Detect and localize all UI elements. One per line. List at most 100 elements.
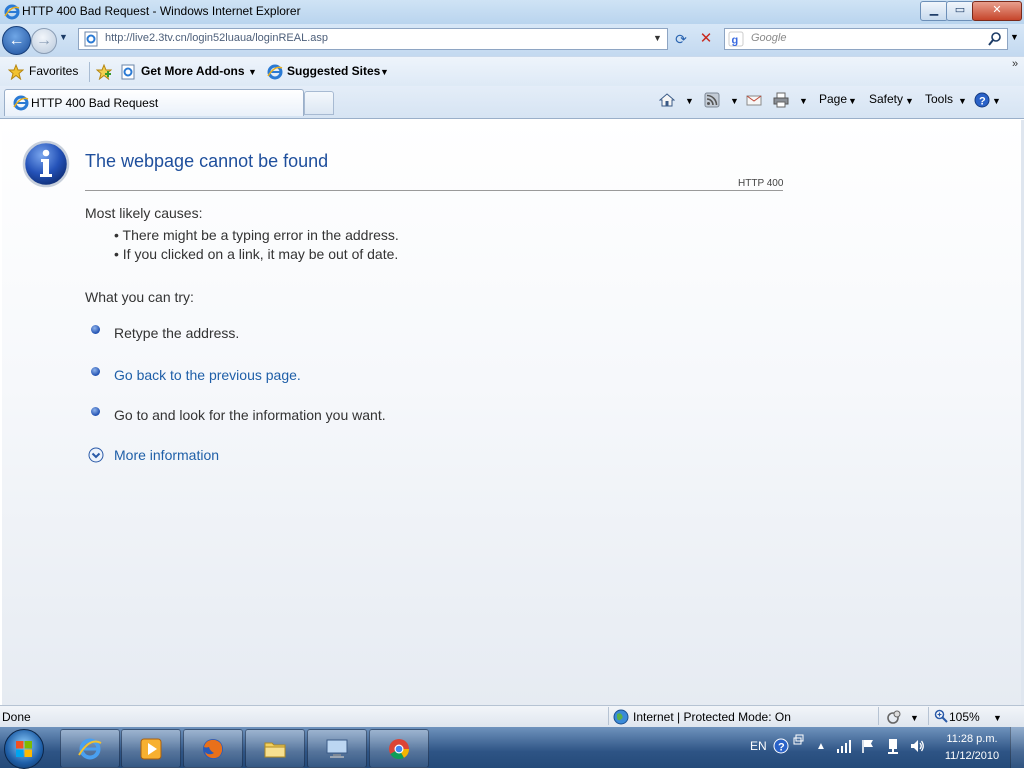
suggested-sites-link[interactable]: Suggested Sites [287,64,380,78]
cause-text: There might be a typing error in the add… [122,227,399,243]
stop-icon[interactable]: ✕ [695,28,717,50]
go-back-link[interactable]: Go back to the previous page. [114,367,301,383]
zoom-magnifier-icon[interactable] [934,709,948,723]
status-bar [0,705,1024,728]
try-retype-address: Retype the address. [114,325,240,341]
get-more-addons-link[interactable]: Get More Add-ons [141,64,245,78]
clock-date[interactable]: 11/12/2010 [944,750,1000,762]
favorites-button[interactable]: Favorites [29,64,78,78]
ie-page-icon [84,31,98,47]
blue-bullet-icon [91,325,100,334]
forward-arrow-icon: → [36,32,52,49]
zoom-dropdown-icon[interactable]: ▼ [993,713,1002,723]
volume-icon[interactable] [909,738,925,754]
window-title: HTTP 400 Bad Request - Windows Internet … [22,4,301,18]
causes-heading: Most likely causes: [85,205,203,221]
restore-icon[interactable] [793,734,805,746]
address-input[interactable]: http://live2.3tv.cn/login52luaua/loginRE… [78,28,668,50]
search-options-dropdown-icon[interactable]: ▼ [1010,32,1019,42]
favorites-star-icon[interactable] [8,64,24,80]
taskbar-app-remote-desktop[interactable] [307,729,367,768]
internet-zone-globe-icon[interactable] [613,709,629,725]
taskbar-app-chrome[interactable] [369,729,429,768]
signal-strength-icon[interactable] [836,738,852,754]
info-icon [22,140,70,188]
safety-menu[interactable]: Safety [869,92,903,106]
minimize-button[interactable]: ▁ [920,1,948,21]
tools-menu[interactable]: Tools [925,92,953,106]
compatibility-view-refresh-icon[interactable]: ⟳ [670,28,692,50]
print-icon[interactable] [773,92,789,108]
suggested-sites-dropdown-icon[interactable]: ▼ [380,67,389,77]
blue-bullet-icon [91,367,100,376]
favorites-separator [89,62,90,82]
protected-mode-icon[interactable] [886,709,902,725]
taskbar-app-media-player[interactable] [121,729,181,768]
google-logo-icon: g [728,31,744,47]
back-button[interactable]: ← [2,26,31,55]
monitor-icon [326,739,348,758]
protected-mode-dropdown-icon[interactable]: ▼ [910,713,919,723]
firefox-icon [203,739,223,759]
media-player-icon [140,738,162,760]
ie-logo-icon [78,738,102,760]
print-dropdown-icon[interactable]: ▼ [799,96,808,106]
page-dropdown-icon[interactable]: ▼ [848,96,857,106]
safety-dropdown-icon[interactable]: ▼ [905,96,914,106]
status-text: Done [2,710,31,724]
overflow-chevron-icon[interactable]: » [1012,58,1018,70]
ie-logo-icon [267,64,283,80]
ie-page-icon [121,64,135,80]
network-icon[interactable] [885,738,901,754]
feeds-dropdown-icon[interactable]: ▼ [730,96,739,106]
taskbar-app-firefox[interactable] [183,729,243,768]
expand-chevron-icon[interactable] [88,447,104,463]
close-button[interactable]: ✕ [972,1,1022,21]
home-dropdown-icon[interactable]: ▼ [685,96,694,106]
read-mail-icon[interactable] [746,92,762,108]
address-dropdown-icon[interactable]: ▼ [653,33,662,43]
folder-icon [264,742,286,758]
addons-dropdown-icon[interactable]: ▼ [248,67,257,77]
ie-logo-icon [13,95,29,111]
home-icon[interactable] [659,92,675,108]
clock-time[interactable]: 11:28 p.m. [944,733,1000,745]
zoom-level[interactable]: 105% [949,710,980,724]
blue-bullet-icon [91,407,100,416]
help-dropdown-icon[interactable]: ▼ [992,96,1001,106]
taskbar-app-windows-explorer[interactable] [245,729,305,768]
recent-pages-dropdown-icon[interactable]: ▼ [59,32,68,42]
search-input[interactable]: g Google [724,28,1008,50]
tools-dropdown-icon[interactable]: ▼ [958,96,967,106]
new-tab-button[interactable] [304,91,334,115]
svg-text:?: ? [778,742,785,754]
chrome-icon [389,739,410,760]
security-zone-text: Internet | Protected Mode: On [633,710,791,724]
search-placeholder: Google [751,32,787,44]
more-information-link[interactable]: More information [114,447,219,463]
help-icon[interactable]: ? [773,738,789,754]
feeds-icon[interactable] [704,92,720,108]
cause-text: If you clicked on a link, it may be out … [122,246,399,262]
action-center-flag-icon[interactable] [860,738,876,754]
start-button[interactable] [4,729,44,769]
windows-logo-icon [16,741,32,757]
show-hidden-icons-icon[interactable]: ▲ [816,741,826,752]
status-separator [928,707,929,725]
cause-item: • There might be a typing error in the a… [114,227,399,243]
help-icon[interactable]: ? [974,92,990,108]
forward-button[interactable]: → [31,28,57,54]
add-to-favorites-bar-icon[interactable] [96,64,112,80]
ie-logo-icon [4,4,20,20]
title-divider [85,190,783,191]
maximize-button[interactable]: ▭ [946,1,974,21]
show-desktop-button[interactable] [1010,727,1024,768]
page-menu[interactable]: Page [819,92,847,106]
language-indicator[interactable]: EN [750,739,767,753]
taskbar-app-internet-explorer[interactable] [60,729,120,768]
tab-http-400[interactable]: HTTP 400 Bad Request [4,89,304,116]
page-title: The webpage cannot be found [85,151,329,171]
try-go-to-site: Go to and look for the information you w… [114,407,386,423]
cause-item: • If you clicked on a link, it may be ou… [114,246,399,262]
magnifier-icon[interactable] [987,31,1003,47]
